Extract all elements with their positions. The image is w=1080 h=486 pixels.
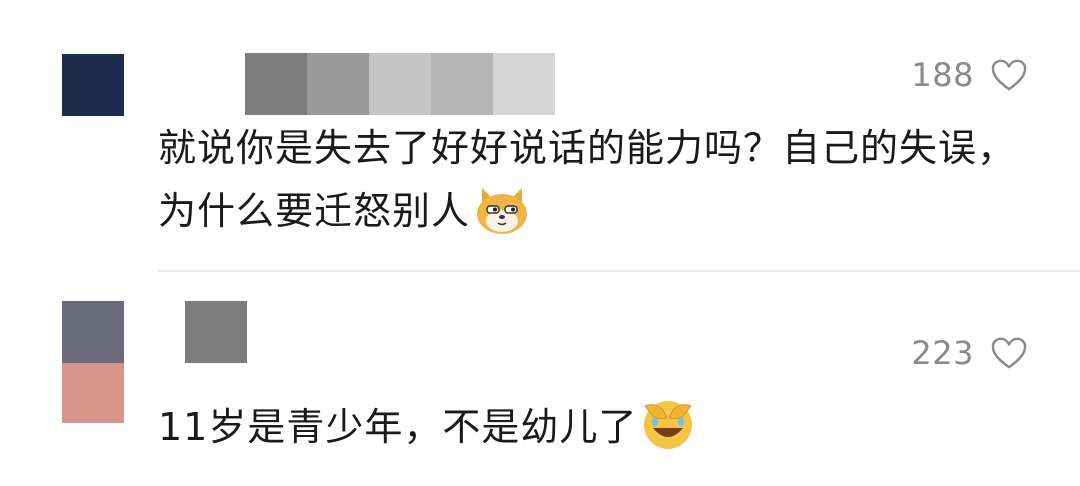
comment-text: 就说你是失去了好好说话的能力吗？自己的失误，为什么要迁怒别人 (158, 117, 1038, 255)
heart-outline-icon[interactable] (990, 336, 1028, 370)
heart-outline-icon[interactable] (990, 58, 1028, 92)
avatar[interactable] (62, 54, 124, 116)
like-count: 223 (911, 334, 974, 372)
username-redacted[interactable] (245, 53, 555, 115)
like-area[interactable]: 188 (911, 56, 1028, 94)
comment-item: 223 11岁是青少年，不是幼儿了 (0, 272, 1080, 486)
like-count: 188 (911, 56, 974, 94)
avatar[interactable] (62, 301, 124, 423)
username-redacted[interactable] (185, 301, 247, 363)
facepalm-laugh-emoji (641, 398, 695, 471)
doge-emoji (474, 182, 530, 255)
like-area[interactable]: 223 (911, 334, 1028, 372)
comment-text-body: 就说你是失去了好好说话的能力吗？自己的失误，为什么要迁怒别人 (158, 126, 1017, 233)
comment-item: 188 就说你是失去了好好说话的能力吗？自己的失误，为什么要迁怒别人 (0, 0, 1080, 272)
comment-text-body: 11岁是青少年，不是幼儿了 (158, 405, 638, 449)
comment-text: 11岁是青少年，不是幼儿了 (158, 396, 1038, 471)
